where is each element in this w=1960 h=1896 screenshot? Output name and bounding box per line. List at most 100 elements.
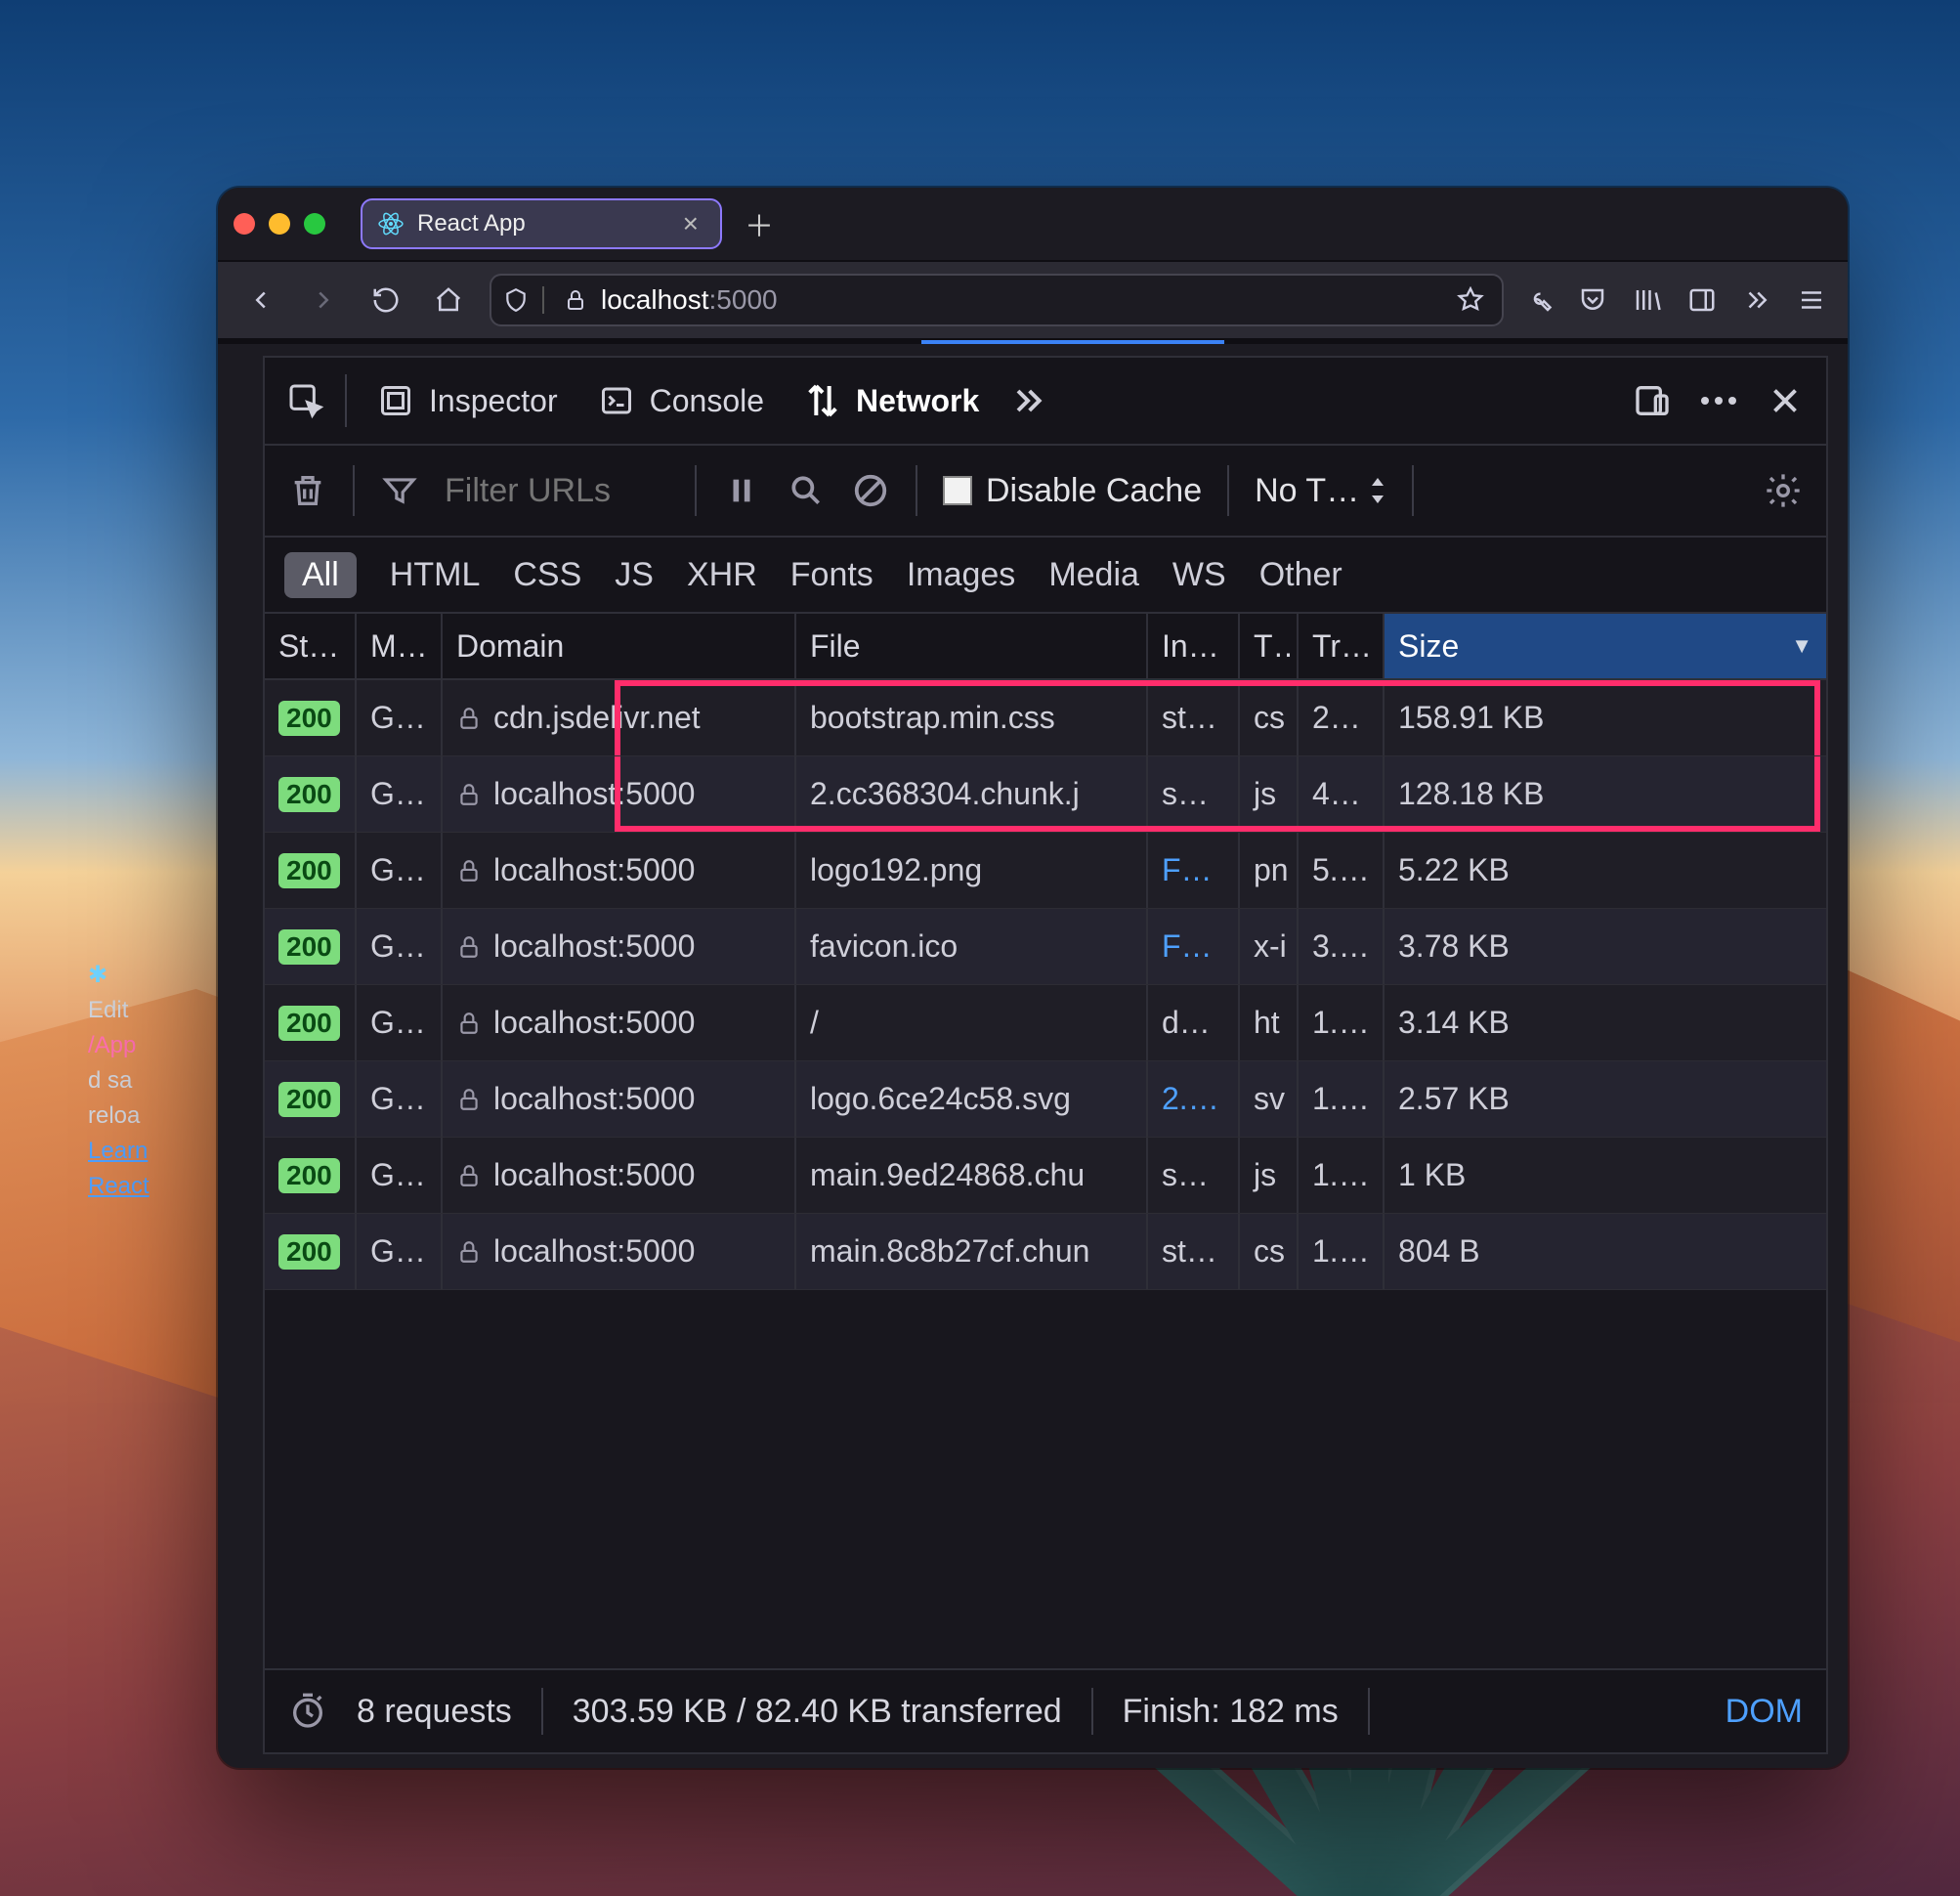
col-file[interactable]: File xyxy=(796,614,1148,678)
close-window-button[interactable] xyxy=(234,213,255,235)
lock-icon xyxy=(456,1239,482,1265)
close-devtools-icon[interactable] xyxy=(1766,381,1805,420)
filter-html[interactable]: HTML xyxy=(390,556,481,594)
domcontentloaded-link[interactable]: DOM xyxy=(1726,1693,1803,1731)
element-picker-icon[interactable] xyxy=(286,381,325,420)
col-status[interactable]: St… xyxy=(265,614,357,678)
cell-method: G… xyxy=(357,985,443,1060)
tab-inspector[interactable]: Inspector xyxy=(366,373,568,428)
pause-icon[interactable] xyxy=(722,471,761,510)
cell-size: 3.78 KB xyxy=(1385,909,1826,984)
library-icon[interactable] xyxy=(1633,285,1662,315)
cell-type: sv xyxy=(1240,1061,1299,1137)
sidebar-icon[interactable] xyxy=(1687,285,1717,315)
cell-initiator: st… xyxy=(1148,1214,1240,1289)
browser-tab[interactable]: React App × xyxy=(361,198,722,249)
new-tab-button[interactable]: ＋ xyxy=(736,200,783,247)
gear-icon[interactable] xyxy=(1764,471,1803,510)
filter-js[interactable]: JS xyxy=(615,556,654,594)
stopwatch-icon[interactable] xyxy=(288,1692,327,1731)
cell-size: 5.22 KB xyxy=(1385,833,1826,908)
overflow-chevrons-icon[interactable] xyxy=(1742,285,1771,315)
cell-status: 200 xyxy=(265,909,357,984)
cell-method: G… xyxy=(357,680,443,755)
tab-close-icon[interactable]: × xyxy=(683,208,699,239)
window-controls xyxy=(234,213,325,235)
checkbox-icon[interactable] xyxy=(943,476,972,505)
filter-urls-input[interactable] xyxy=(445,472,669,510)
col-initiator[interactable]: In… xyxy=(1148,614,1240,678)
throttling-select[interactable]: No T… xyxy=(1255,472,1386,510)
url-bar[interactable]: localhost:5000 xyxy=(490,274,1504,326)
cell-domain: localhost:5000 xyxy=(443,1061,796,1137)
filter-other[interactable]: Other xyxy=(1259,556,1342,594)
pocket-icon[interactable] xyxy=(1578,285,1607,315)
cell-initiator: 2.… xyxy=(1148,1061,1240,1137)
back-button[interactable] xyxy=(239,279,282,322)
shield-icon[interactable] xyxy=(503,287,529,313)
cell-domain: cdn.jsdelivr.net xyxy=(443,680,796,755)
table-row[interactable]: 200G…localhost:5000/d…ht1.…3.14 KB xyxy=(265,985,1826,1061)
filter-fonts[interactable]: Fonts xyxy=(790,556,873,594)
menu-button[interactable] xyxy=(1797,285,1826,315)
devtools-tabs: Inspector Console Network xyxy=(265,358,1826,446)
console-icon xyxy=(597,381,636,420)
cell-status: 200 xyxy=(265,1061,357,1137)
trash-icon[interactable] xyxy=(288,471,327,510)
maximize-window-button[interactable] xyxy=(304,213,325,235)
table-row[interactable]: 200G…localhost:50002.cc368304.chunk.js…j… xyxy=(265,756,1826,833)
table-body[interactable]: 200G…cdn.jsdelivr.netbootstrap.min.cssst… xyxy=(265,680,1826,1668)
tab-console[interactable]: Console xyxy=(587,373,774,428)
table-row[interactable]: 200G…cdn.jsdelivr.netbootstrap.min.cssst… xyxy=(265,680,1826,756)
cell-method: G… xyxy=(357,756,443,832)
home-button[interactable] xyxy=(427,279,470,322)
cell-method: G… xyxy=(357,1061,443,1137)
cell-file: main.8c8b27cf.chun xyxy=(796,1214,1148,1289)
cell-size: 1 KB xyxy=(1385,1138,1826,1213)
filter-all[interactable]: All xyxy=(284,552,357,598)
wrench-icon[interactable] xyxy=(1523,285,1553,315)
filter-images[interactable]: Images xyxy=(907,556,1016,594)
devtools-toolbar: Disable Cache No T… xyxy=(265,446,1826,538)
filter-xhr[interactable]: XHR xyxy=(687,556,757,594)
forward-button[interactable] xyxy=(302,279,345,322)
table-row[interactable]: 200G…localhost:5000logo.6ce24c58.svg2.…s… xyxy=(265,1061,1826,1138)
lock-icon xyxy=(456,1087,482,1112)
lock-icon[interactable] xyxy=(564,288,587,312)
finish-time: Finish: 182 ms xyxy=(1123,1693,1339,1731)
minimize-window-button[interactable] xyxy=(269,213,290,235)
block-icon[interactable] xyxy=(851,471,890,510)
cell-transferred: 1.… xyxy=(1299,1138,1385,1213)
table-row[interactable]: 200G…localhost:5000logo192.pngF…pn5.…5.2… xyxy=(265,833,1826,909)
col-size[interactable]: Size▼ xyxy=(1385,614,1826,678)
cell-transferred: 4… xyxy=(1299,756,1385,832)
table-row[interactable]: 200G…localhost:5000favicon.icoF…x-i3.…3.… xyxy=(265,909,1826,985)
cell-file: favicon.ico xyxy=(796,909,1148,984)
transferred-summary: 303.59 KB / 82.40 KB transferred xyxy=(573,1693,1062,1731)
tab-network[interactable]: Network xyxy=(793,373,989,428)
filter-ws[interactable]: WS xyxy=(1172,556,1226,594)
cell-method: G… xyxy=(357,909,443,984)
select-arrows-icon xyxy=(1369,478,1386,503)
cell-status: 200 xyxy=(265,833,357,908)
col-transferred[interactable]: Tr… xyxy=(1299,614,1385,678)
table-row[interactable]: 200G…localhost:5000main.8c8b27cf.chunst…… xyxy=(265,1214,1826,1290)
col-domain[interactable]: Domain xyxy=(443,614,796,678)
filter-media[interactable]: Media xyxy=(1048,556,1139,594)
request-type-filters: All HTML CSS JS XHR Fonts Images Media W… xyxy=(265,538,1826,614)
table-row[interactable]: 200G…localhost:5000main.9ed24868.chus…js… xyxy=(265,1138,1826,1214)
filter-css[interactable]: CSS xyxy=(513,556,581,594)
search-icon[interactable] xyxy=(787,471,826,510)
responsive-mode-icon[interactable] xyxy=(1633,381,1672,420)
kebab-menu-icon[interactable] xyxy=(1699,381,1738,420)
tabs-overflow-icon[interactable] xyxy=(1008,381,1047,420)
col-type[interactable]: T… xyxy=(1240,614,1299,678)
cell-type: js xyxy=(1240,1138,1299,1213)
reload-button[interactable] xyxy=(364,279,407,322)
disable-cache-toggle[interactable]: Disable Cache xyxy=(943,472,1202,510)
cell-type: js xyxy=(1240,756,1299,832)
col-method[interactable]: M… xyxy=(357,614,443,678)
bookmark-star-icon[interactable] xyxy=(1457,286,1484,314)
filter-icon[interactable] xyxy=(380,471,419,510)
cell-initiator: st… xyxy=(1148,680,1240,755)
